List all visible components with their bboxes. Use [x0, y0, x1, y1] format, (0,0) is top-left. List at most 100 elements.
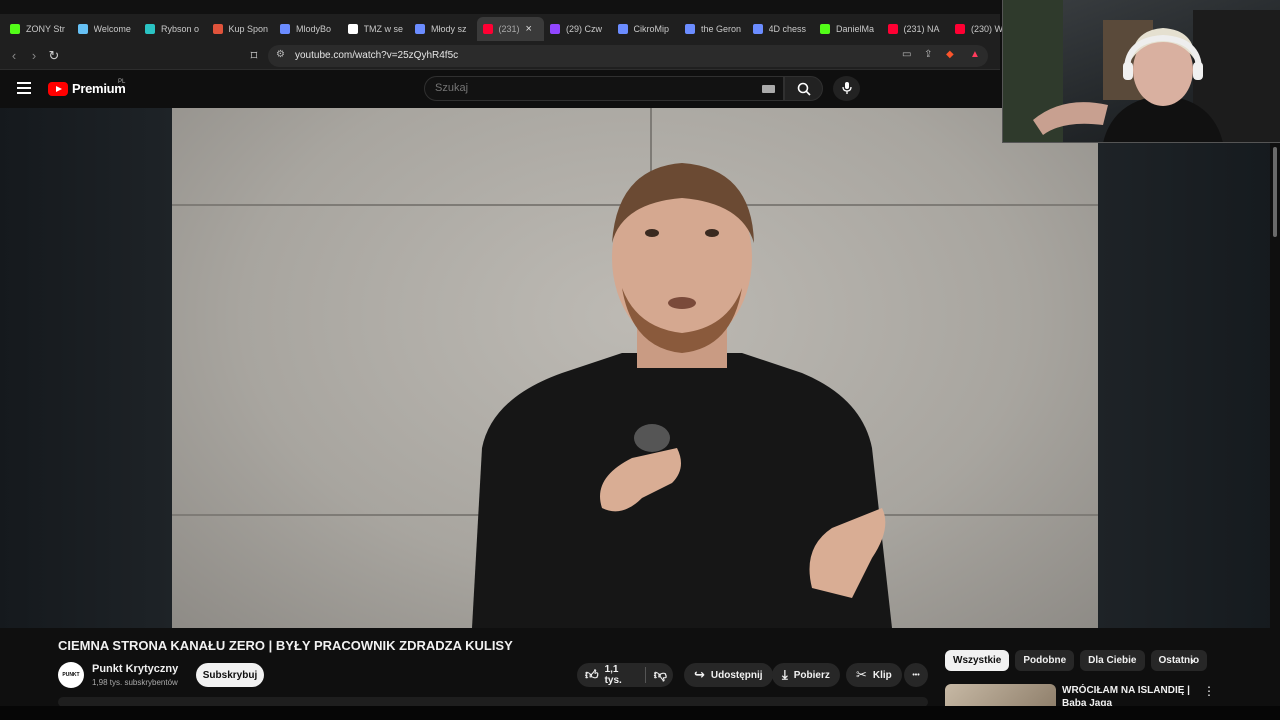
browser-tab[interactable]: (231) NA: [882, 17, 950, 41]
menu-icon[interactable]: [17, 82, 31, 97]
browser-tab[interactable]: (231) ×: [476, 17, 544, 41]
keyboard-icon[interactable]: [762, 85, 775, 93]
tab-favicon-icon: [617, 24, 628, 34]
more-actions-button[interactable]: •••: [904, 663, 928, 687]
player-ambient-left: [0, 108, 172, 628]
tab-strip-top-bar: [0, 0, 1000, 14]
presenter-figure: [472, 163, 892, 628]
tab-favicon-icon: [820, 24, 830, 34]
microphone-icon: [841, 82, 852, 94]
video-frame[interactable]: [172, 108, 1098, 628]
tab-favicon-icon: [77, 24, 88, 34]
scrollbar-thumb[interactable]: [1273, 147, 1277, 237]
tab-title: (29) Czw: [566, 24, 603, 34]
share-page-icon[interactable]: ⇪: [924, 49, 932, 60]
filter-chip[interactable]: Dla Ciebie: [1080, 650, 1145, 671]
browser-tab[interactable]: Rybson o: [139, 17, 207, 41]
filter-chip[interactable]: Wszystkie: [945, 650, 1010, 671]
tab-title: ZONY Str: [26, 24, 65, 34]
tab-title: Rybson o: [161, 24, 200, 34]
related-filter-chips: Wszystkie Podobne Dla Ciebie Ostatnio: [945, 650, 1213, 672]
download-button[interactable]: ⤓ Pobierz: [772, 663, 840, 687]
bottom-edge: [0, 706, 1280, 720]
tab-favicon-icon: [212, 24, 223, 34]
webcam-overlay: [1002, 0, 1280, 143]
page-scrollbar[interactable]: [1270, 143, 1280, 720]
tab-favicon-icon: [145, 24, 155, 34]
tab-title: Welcome: [93, 24, 131, 34]
player-ambient-right: [1098, 108, 1280, 628]
browser-tab[interactable]: ZONY Str: [4, 17, 72, 41]
search-button[interactable]: [784, 76, 823, 101]
tab-favicon-icon: [955, 24, 965, 34]
tab-favicon-icon: [752, 24, 763, 34]
browser-tab[interactable]: DanielMa: [814, 17, 882, 41]
tab-favicon-icon: [482, 24, 493, 34]
search-icon: [797, 82, 811, 96]
forward-icon[interactable]: ›: [26, 48, 42, 63]
tab-title: CikroMip: [633, 24, 670, 34]
channel-name[interactable]: Punkt Krytyczny: [92, 663, 178, 675]
youtube-play-icon: [48, 81, 68, 96]
browser-tab-strip: ZONY Str Welcome Rybson o Kup Spon MlodyBo TM…: [0, 0, 1010, 42]
browser-tab[interactable]: MlodyBo: [274, 17, 342, 41]
voice-search-button[interactable]: [833, 76, 860, 101]
browser-tab[interactable]: the Geron: [679, 17, 747, 41]
tab-title: 4D chess: [768, 24, 807, 34]
like-dislike-group: 👍︎ 1,1 tys. 👎︎: [577, 663, 673, 687]
tab-title: MlodyBo: [296, 24, 332, 34]
more-vert-icon[interactable]: ⋮: [1203, 684, 1215, 698]
browser-tab[interactable]: 4D chess: [747, 17, 815, 41]
subscribe-button[interactable]: Subskrybuj: [196, 663, 264, 687]
browser-tab[interactable]: Kup Spon: [207, 17, 275, 41]
back-icon[interactable]: ‹: [6, 48, 22, 63]
address-bar[interactable]: ⚙ youtube.com/watch?v=25zQyhR4f5c ▭ ⇪ ◆ …: [268, 45, 988, 67]
tab-favicon-icon: [415, 24, 425, 34]
tab-title: TMZ w se: [363, 24, 404, 34]
search-input[interactable]: [435, 82, 735, 94]
tab-list: ZONY Str Welcome Rybson o Kup Spon MlodyBo TM…: [4, 17, 1017, 41]
tab-title: (231): [498, 24, 520, 34]
video-title: CIEMNA STRONA KANAŁU ZERO | BYŁY PRACOWN…: [58, 638, 513, 653]
brave-rewards-icon[interactable]: ▲: [970, 49, 980, 60]
filter-chip[interactable]: Podobne: [1015, 650, 1075, 671]
tab-title: (231) NA: [903, 24, 940, 34]
tab-title: Młody sz: [431, 24, 467, 34]
tab-favicon-icon: [10, 24, 20, 34]
tab-favicon-icon: [550, 24, 560, 34]
channel-avatar[interactable]: PUNKT KRYTYCZNY: [58, 662, 84, 688]
tab-title: Kup Spon: [228, 24, 269, 34]
close-tab-icon[interactable]: ×: [526, 23, 532, 35]
browser-tab[interactable]: Młody sz: [409, 17, 477, 41]
youtube-logo[interactable]: Premium PL: [48, 79, 126, 96]
video-player[interactable]: [0, 108, 1280, 628]
site-info-icon[interactable]: ⚙: [276, 49, 285, 60]
reload-icon[interactable]: ↻: [46, 48, 62, 64]
tab-favicon-icon: [685, 24, 695, 34]
filter-chip[interactable]: Ostatnio: [1150, 650, 1208, 671]
share-label: Udostępnij: [710, 669, 763, 681]
brave-shield-icon[interactable]: ◆: [946, 49, 954, 60]
tab-favicon-icon: [887, 24, 898, 34]
clip-button[interactable]: ✂ Klip: [846, 663, 902, 687]
dislike-icon[interactable]: 👎︎: [654, 667, 667, 683]
download-icon: ⤓: [782, 667, 788, 682]
browser-tab[interactable]: CikroMip: [612, 17, 680, 41]
browser-tab[interactable]: TMZ w se: [342, 17, 410, 41]
scissors-icon: ✂: [856, 667, 867, 682]
subscriber-count: 1,98 tys. subskrybentów: [92, 678, 178, 687]
share-button[interactable]: ↪ Udostępnij: [684, 663, 773, 687]
like-count[interactable]: 1,1 tys.: [605, 664, 637, 686]
browser-tab[interactable]: (29) Czw: [544, 17, 612, 41]
browser-tab[interactable]: Welcome: [72, 17, 140, 41]
url-text: youtube.com/watch?v=25zQyhR4f5c: [295, 50, 459, 61]
tab-favicon-icon: [280, 24, 290, 34]
chevron-right-icon[interactable]: ›: [1190, 653, 1194, 668]
bookmark-icon[interactable]: ⌑: [246, 48, 262, 64]
share-icon: ↪: [694, 667, 705, 682]
search-box[interactable]: [424, 76, 784, 101]
cast-icon[interactable]: ▭: [902, 49, 911, 60]
tab-title: the Geron: [701, 24, 742, 34]
clip-label: Klip: [872, 669, 892, 681]
like-icon[interactable]: 👍︎: [585, 667, 599, 683]
